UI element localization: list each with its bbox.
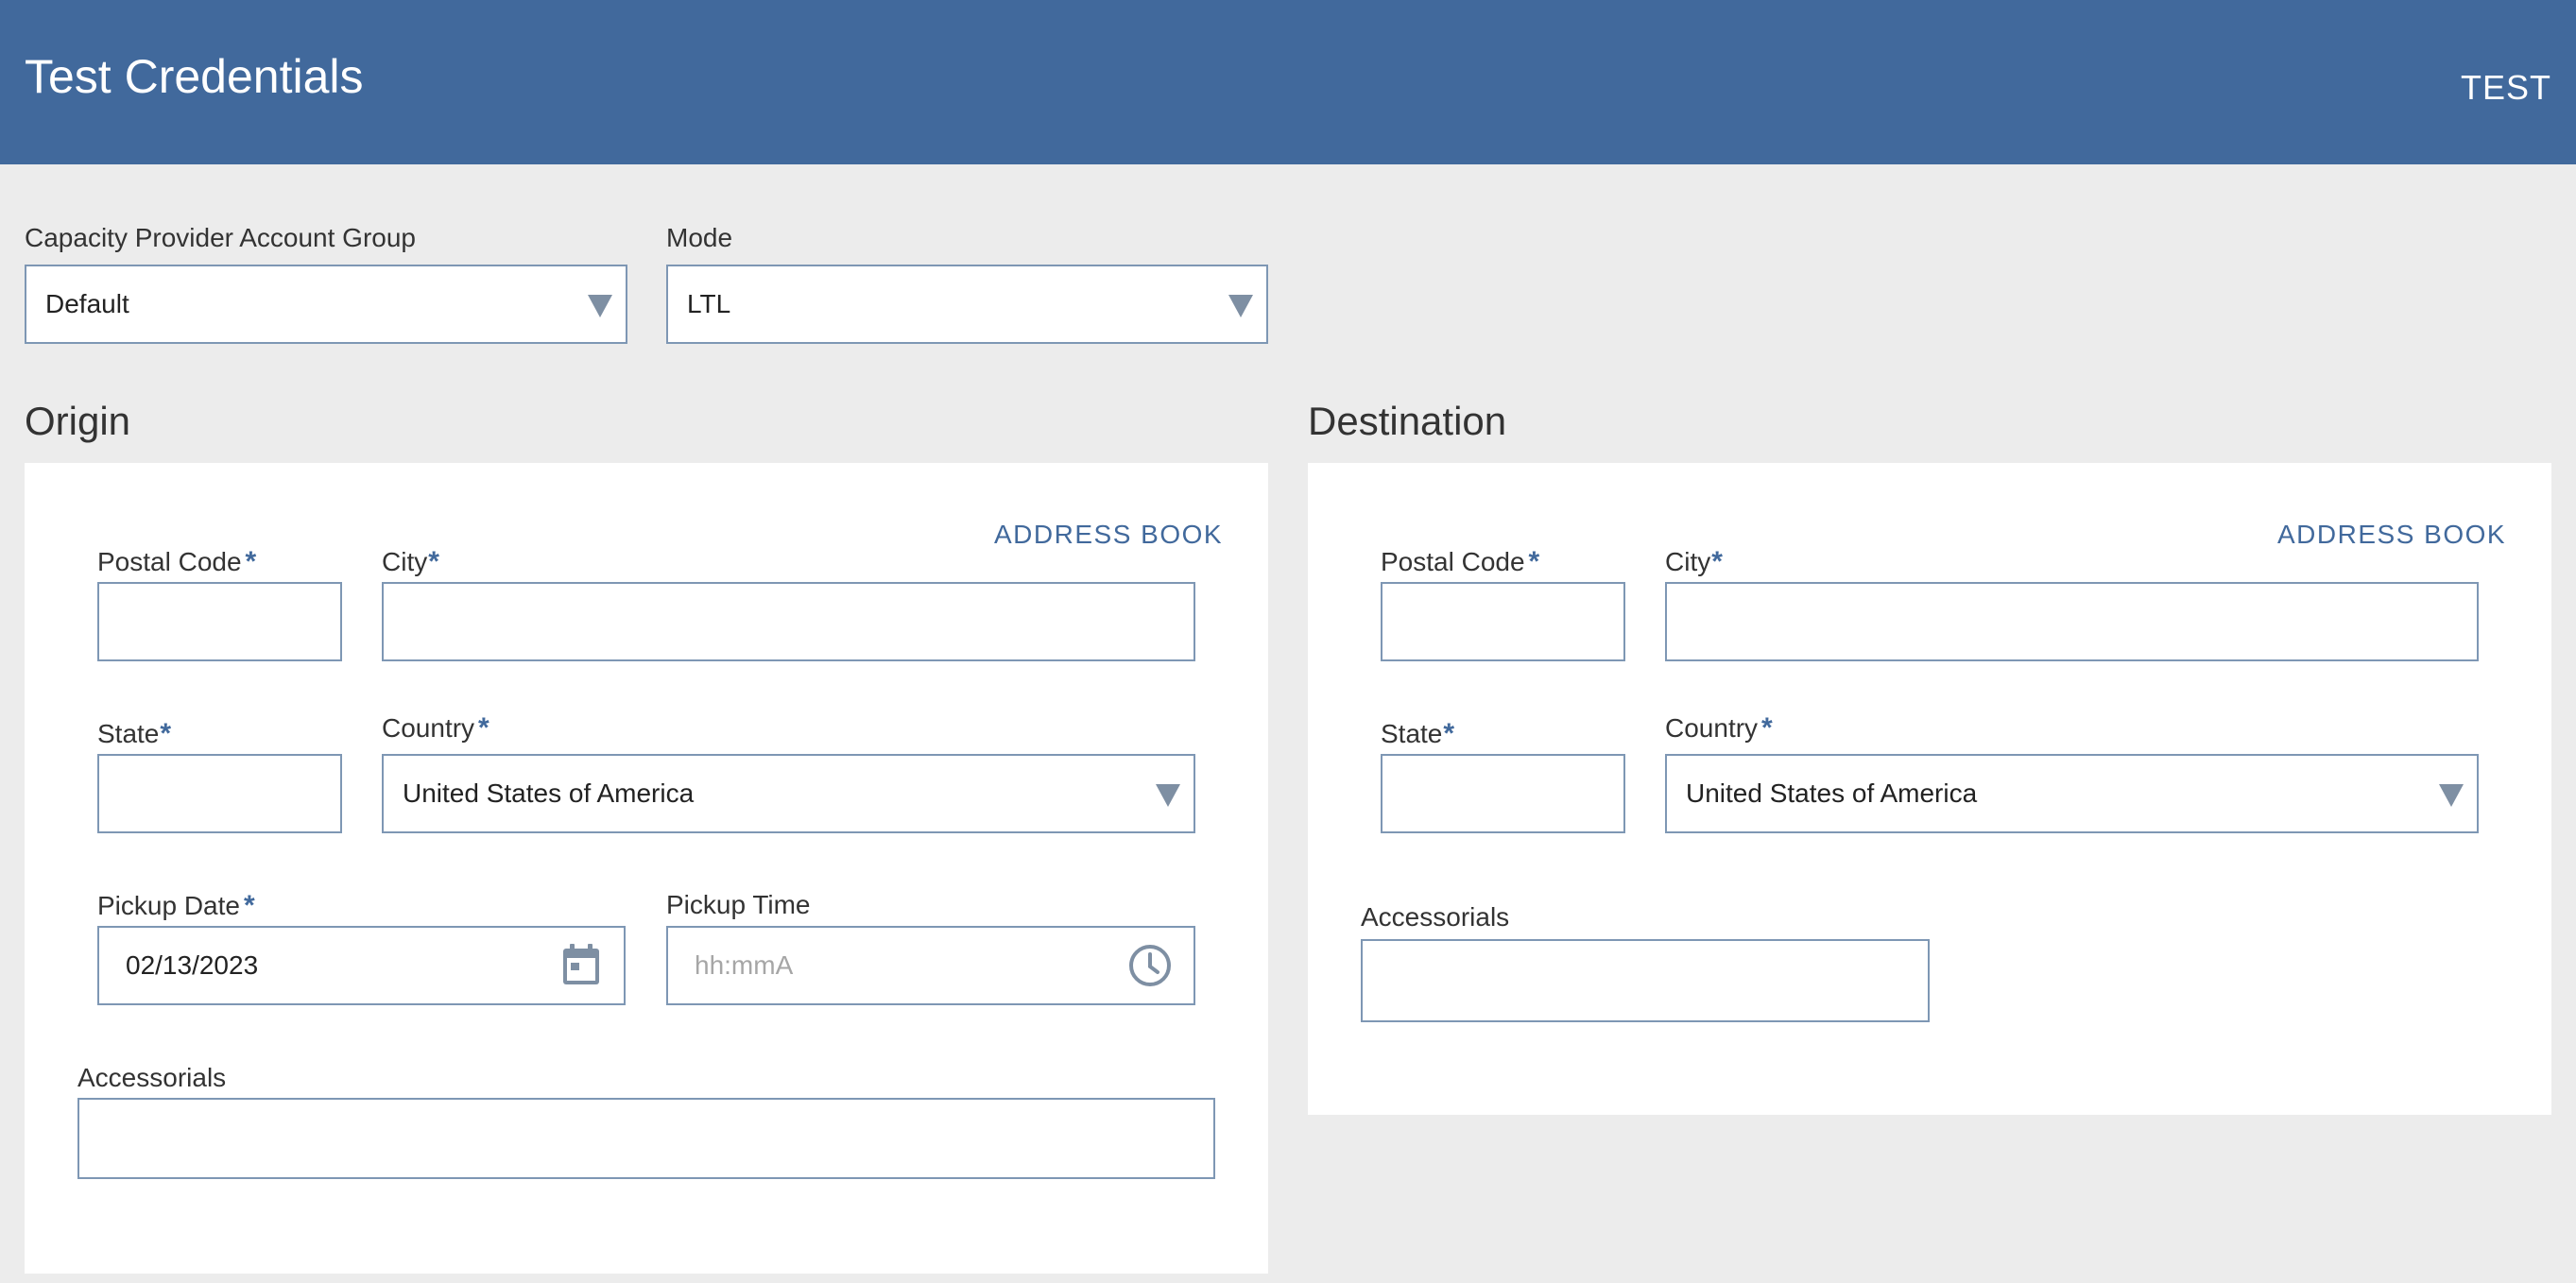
origin-title: Origin (25, 399, 131, 443)
destination-city-input[interactable] (1665, 582, 2479, 661)
caret-down-icon (588, 295, 612, 317)
required-marker: * (1761, 712, 1773, 744)
required-marker: * (1443, 718, 1455, 749)
destination-postal-code-input[interactable] (1381, 582, 1625, 661)
destination-country-label: Country * (1665, 712, 1773, 744)
mode-value: LTL (687, 289, 731, 318)
origin-pickup-time-placeholder: hh:mmA (695, 950, 794, 980)
caret-down-icon (1156, 784, 1180, 807)
destination-accessorials-input[interactable] (1361, 939, 1930, 1022)
origin-country-label: Country * (382, 712, 489, 744)
destination-country-select[interactable]: United States of America (1665, 754, 2479, 833)
destination-accessorials-label: Accessorials (1361, 902, 1510, 932)
origin-city-label: City* (382, 546, 439, 577)
account-group-value: Default (45, 289, 129, 318)
page-title: Test Credentials (25, 50, 364, 103)
clock-icon[interactable] (1127, 943, 1173, 988)
destination-state-input[interactable] (1381, 754, 1625, 833)
origin-city-input[interactable] (382, 582, 1195, 661)
origin-postal-code-input[interactable] (97, 582, 342, 661)
required-marker: * (160, 718, 172, 749)
account-group-select[interactable]: Default (25, 265, 627, 344)
origin-pickup-time-input[interactable]: hh:mmA (666, 926, 1195, 1005)
header-bar: Test Credentials TEST (0, 0, 2576, 164)
caret-down-icon (1228, 295, 1253, 317)
destination-address-book-link[interactable]: ADDRESS BOOK (2277, 520, 2506, 550)
calendar-icon[interactable] (561, 943, 601, 986)
origin-pickup-date-value: 02/13/2023 (126, 950, 259, 980)
destination-title: Destination (1308, 399, 1507, 443)
origin-address-book-link[interactable]: ADDRESS BOOK (994, 520, 1223, 550)
required-marker: * (428, 546, 439, 577)
destination-country-value: United States of America (1686, 778, 1978, 808)
origin-pickup-date-input[interactable]: 02/13/2023 (97, 926, 626, 1005)
destination-postal-code-label: Postal Code * (1381, 546, 1540, 577)
caret-down-icon (2439, 784, 2464, 807)
account-group-label: Capacity Provider Account Group (25, 223, 416, 252)
destination-state-label: State* (1381, 718, 1455, 749)
required-marker: * (1711, 546, 1723, 577)
origin-pickup-time-label: Pickup Time (666, 890, 811, 919)
destination-city-label: City* (1665, 546, 1723, 577)
required-marker: * (478, 712, 489, 744)
origin-state-label: State* (97, 718, 172, 749)
origin-pickup-date-label: Pickup Date * (97, 890, 255, 921)
origin-state-input[interactable] (97, 754, 342, 833)
required-marker: * (243, 890, 255, 921)
origin-postal-code-label: Postal Code * (97, 546, 257, 577)
origin-country-select[interactable]: United States of America (382, 754, 1195, 833)
mode-label: Mode (666, 223, 733, 252)
required-marker: * (1528, 546, 1540, 577)
origin-accessorials-label: Accessorials (77, 1063, 227, 1092)
required-marker: * (245, 546, 257, 577)
origin-country-value: United States of America (403, 778, 695, 808)
environment-label: TEST (2460, 68, 2551, 107)
origin-accessorials-input[interactable] (77, 1098, 1215, 1179)
mode-select[interactable]: LTL (666, 265, 1268, 344)
